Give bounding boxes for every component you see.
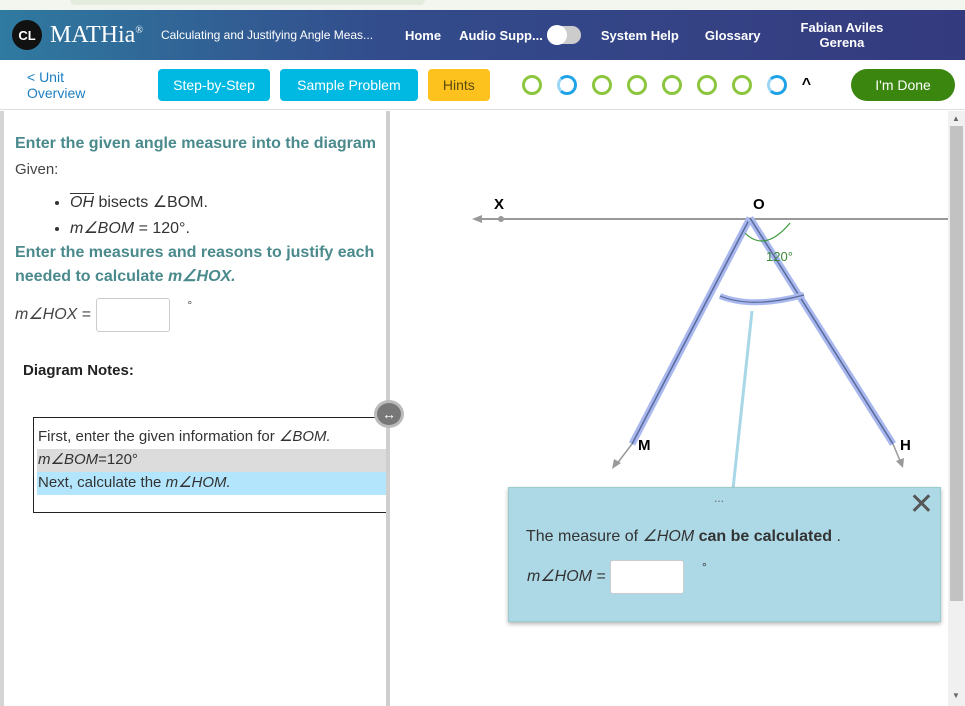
scroll-up-icon[interactable]: ▲ xyxy=(952,114,960,123)
progress-dot[interactable] xyxy=(521,74,542,95)
cl-logo: CL xyxy=(12,20,42,50)
instruction-2: Enter the measures and reasons to justif… xyxy=(15,244,375,261)
audio-toggle[interactable] xyxy=(546,25,581,45)
ray-om xyxy=(631,217,751,445)
diagram-notes-title: Diagram Notes: xyxy=(23,362,134,379)
course-title: Calculating and Justifying Angle Meas... xyxy=(160,28,374,42)
problem-panel: Enter the given angle measure into the d… xyxy=(0,111,386,706)
progress-dot[interactable] xyxy=(661,74,682,95)
toolbar: < Unit Overview Step-by-Step Sample Prob… xyxy=(0,60,965,110)
hint-popup: ... ✕ The measure of ∠HOM can be calcula… xyxy=(508,487,941,622)
progress-dot[interactable] xyxy=(626,74,647,95)
label-h: H xyxy=(900,437,911,454)
instruction-1: Enter the given angle measure into the d… xyxy=(15,135,376,152)
hom-equation: m∠HOM = ° xyxy=(527,560,707,594)
unit-overview-link[interactable]: < Unit Overview xyxy=(27,69,126,101)
angle-label: 120° xyxy=(766,249,793,264)
progress-dot[interactable] xyxy=(766,74,787,95)
progress-dot[interactable] xyxy=(731,74,752,95)
close-icon[interactable]: ✕ xyxy=(909,490,934,520)
hom-input[interactable] xyxy=(610,560,685,594)
hox-equation: m∠HOX = ° xyxy=(15,298,386,332)
scroll-thumb[interactable] xyxy=(950,126,963,601)
note-line[interactable]: m∠BOM=120° xyxy=(37,449,386,472)
brand: MATHia® xyxy=(50,21,143,48)
sample-problem-button[interactable]: Sample Problem xyxy=(279,68,418,101)
nav-home[interactable]: Home xyxy=(405,28,441,43)
nav-audio[interactable]: Audio Supp... xyxy=(459,28,543,43)
callout-line xyxy=(731,310,754,490)
given-item: m∠BOM = 120°. xyxy=(70,218,386,238)
note-line: First, enter the given information for ∠… xyxy=(38,428,331,445)
label-o: O xyxy=(753,196,765,213)
note-line-current[interactable]: Next, calculate the m∠HOM. xyxy=(37,472,386,495)
nav-system-help[interactable]: System Help xyxy=(601,28,679,43)
progress-indicators: ^ xyxy=(521,74,811,95)
nav-glossary[interactable]: Glossary xyxy=(705,28,761,43)
scroll-down-icon[interactable]: ▼ xyxy=(952,691,960,700)
point-x xyxy=(498,216,504,222)
given-item: OH bisects ∠BOM. xyxy=(70,192,386,212)
hox-input[interactable] xyxy=(95,298,170,332)
step-by-step-button[interactable]: Step-by-Step xyxy=(158,68,270,101)
scrollbar[interactable]: ▲ ▼ xyxy=(948,111,965,706)
user-name[interactable]: Fabian Aviles Gerena xyxy=(801,20,884,50)
given-label: Given: xyxy=(15,161,59,178)
app-header: CL MATHia® Calculating and Justifying An… xyxy=(0,10,965,60)
instruction-2b: needed to calculate m∠HOX. xyxy=(15,268,236,285)
label-x: X xyxy=(494,196,504,213)
popup-message: The measure of ∠HOM can be calculated . xyxy=(526,528,841,545)
label-m: M xyxy=(638,437,651,454)
hints-button[interactable]: Hints xyxy=(427,68,490,101)
drag-dots[interactable]: ... xyxy=(714,491,724,505)
progress-dot[interactable] xyxy=(556,74,577,95)
arrow-x xyxy=(472,215,482,223)
progress-dot[interactable] xyxy=(696,74,717,95)
progress-dot[interactable] xyxy=(591,74,612,95)
diagram-notes: First, enter the given information for ∠… xyxy=(33,417,386,513)
browser-strip xyxy=(0,0,965,10)
given-list: OH bisects ∠BOM. m∠BOM = 120°. xyxy=(70,192,386,238)
im-done-button[interactable]: I'm Done xyxy=(851,68,955,101)
collapse-chevron-icon[interactable]: ^ xyxy=(802,76,811,94)
